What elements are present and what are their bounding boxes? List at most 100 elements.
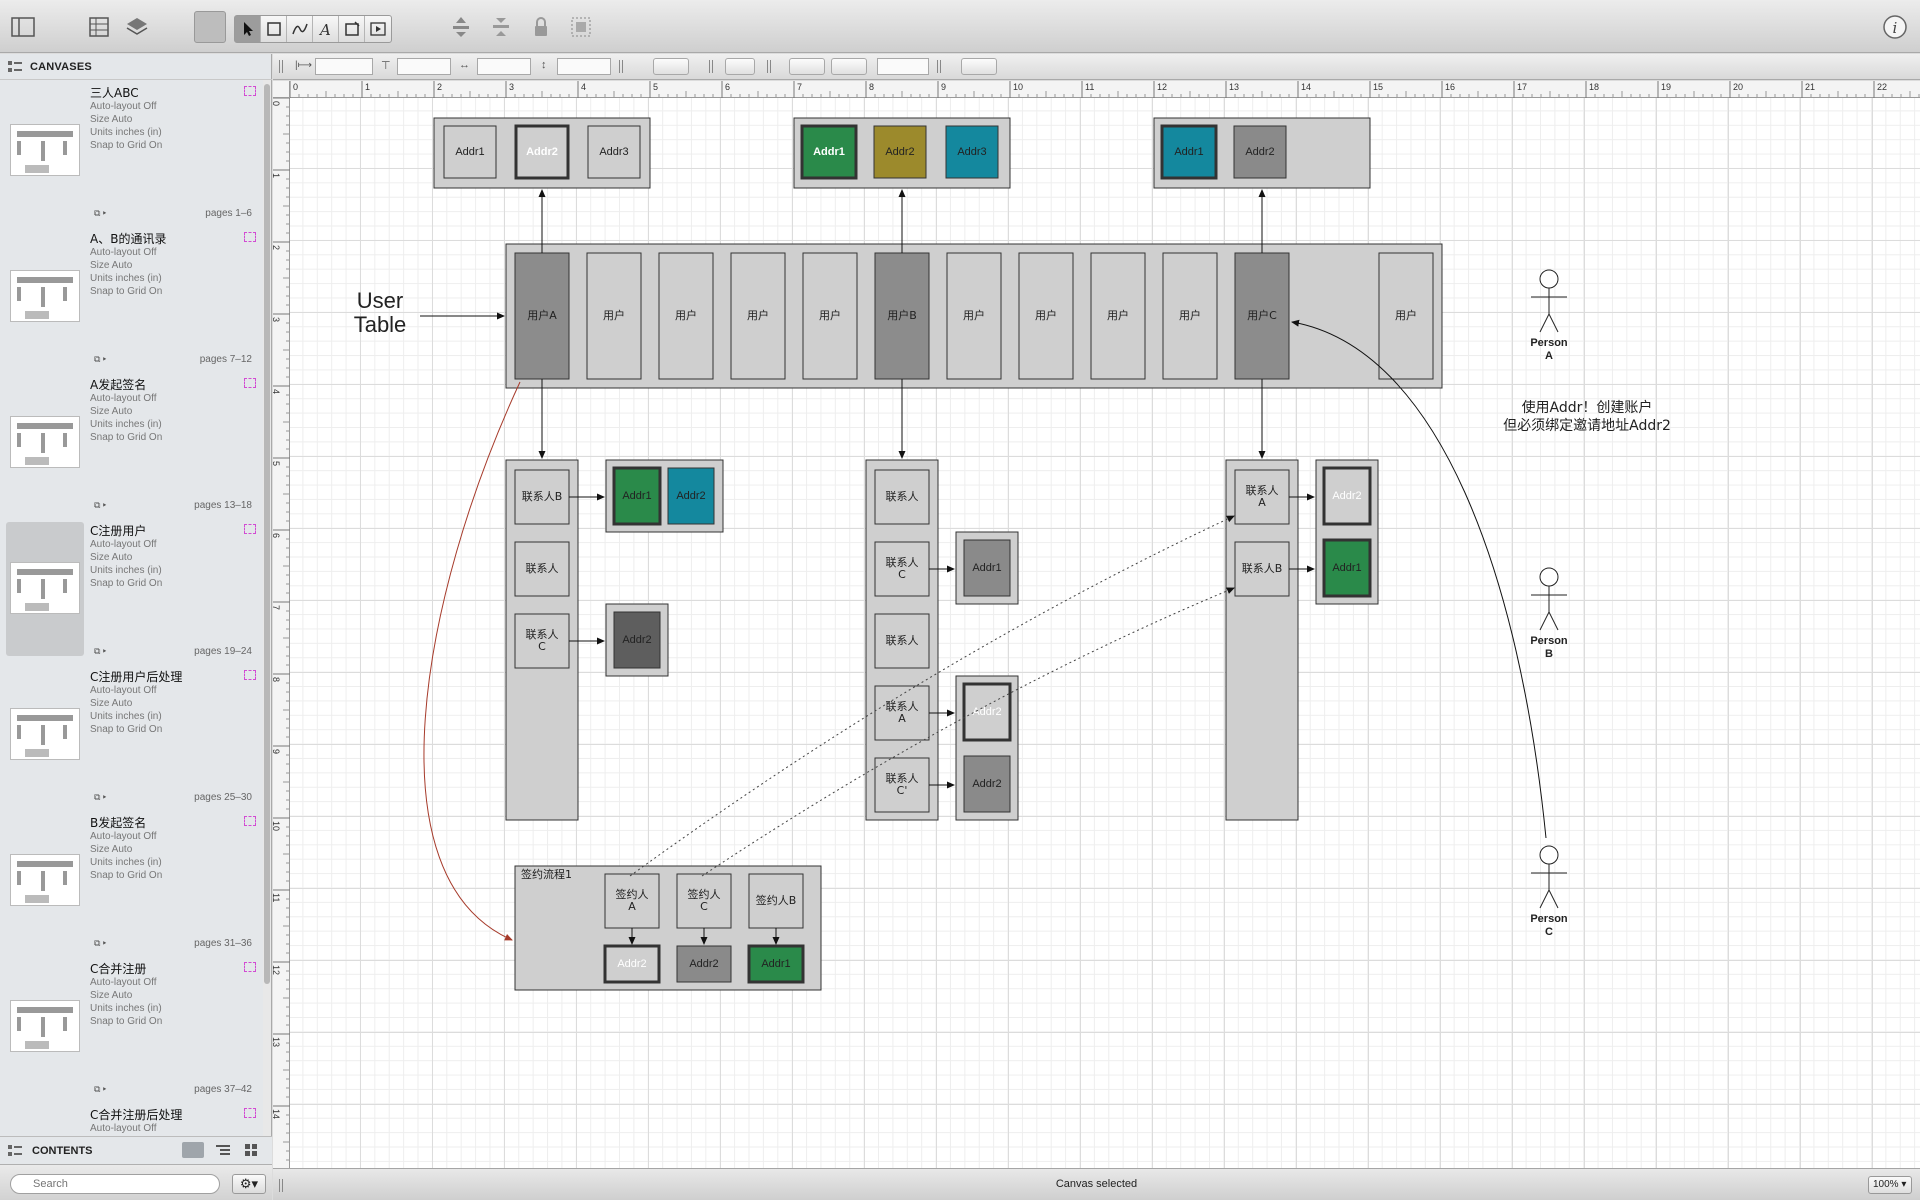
layers-stack-icon[interactable]: ⧉ ▸ <box>94 938 106 949</box>
contact-label: 签约人B <box>756 893 797 907</box>
canvases-label: CANVASES <box>30 60 92 73</box>
contact-label: 签约人 <box>616 887 649 901</box>
height-field[interactable] <box>557 58 611 75</box>
group-icon[interactable] <box>566 12 596 42</box>
canvas-item[interactable]: A、B的通讯录 Auto-layout Off Size Auto Units inc… <box>0 226 264 372</box>
person-leg[interactable] <box>1539 313 1550 333</box>
info-icon[interactable]: i <box>1880 12 1910 42</box>
canvas-grid-icon[interactable] <box>84 12 114 42</box>
canvas-title[interactable]: C合并注册后处理 <box>90 1106 182 1123</box>
contact-label: C <box>898 568 906 581</box>
canvas-thumbnail-frame[interactable] <box>6 814 84 948</box>
scroll-knob[interactable] <box>264 84 270 984</box>
canvas-thumbnail[interactable] <box>10 1000 80 1052</box>
line-style-button[interactable] <box>831 58 867 75</box>
canvas-thumbnail-frame[interactable] <box>6 1106 84 1136</box>
ruler-label: 15 <box>1373 82 1383 92</box>
send-back-icon[interactable] <box>486 12 516 42</box>
x-field[interactable] <box>315 58 373 75</box>
list-view-icon[interactable] <box>182 1142 204 1158</box>
canvas-pages: pages 37–42 <box>194 1084 252 1095</box>
search-input[interactable] <box>10 1174 220 1194</box>
drawing-canvas[interactable]: Addr1 Addr2 Addr3 Addr1 Addr2 Addr3 Addr1 Addr2… <box>290 98 1920 1168</box>
canvas-autolayout: Auto-layout Off <box>90 831 157 842</box>
magnet-tool-icon[interactable] <box>339 16 365 42</box>
canvas-item[interactable]: C合并注册 Auto-layout Off Size Auto Units inche… <box>0 956 264 1102</box>
canvas-thumbnail-frame[interactable] <box>6 230 84 364</box>
ruler-label: 8 <box>869 82 874 92</box>
canvas-thumbnail-frame[interactable] <box>6 668 84 802</box>
sidebar-scrollbar[interactable] <box>263 80 271 1136</box>
shape-tool-icon[interactable] <box>261 16 287 42</box>
layers-icon[interactable] <box>122 12 152 42</box>
canvas-title[interactable]: B发起签名 <box>90 814 146 831</box>
width-icon: ↔ <box>459 59 470 71</box>
person-leg[interactable] <box>1548 611 1559 631</box>
ruler-label: 16 <box>1445 82 1455 92</box>
sidebar-toggle-icon[interactable] <box>8 12 38 42</box>
y-field[interactable] <box>397 58 451 75</box>
horizontal-ruler: 0 1 2 3 4 5 6 7 8 9 10 11 12 13 14 15 16 17 18 19 20 21 22 <box>289 81 1920 98</box>
canvas-thumbnail-frame[interactable] <box>6 84 84 218</box>
person-head[interactable] <box>1539 567 1559 587</box>
zoom-select[interactable]: 100% ▾ <box>1868 1176 1912 1194</box>
canvas-item[interactable]: 三人ABC Auto-layout Off Size Auto Units inche… <box>0 80 264 226</box>
text-style-button[interactable] <box>961 58 997 75</box>
canvas-title[interactable]: C注册用户后处理 <box>90 668 182 685</box>
addr-label: Addr2 <box>972 778 1001 790</box>
person-leg[interactable] <box>1548 889 1559 909</box>
outline-view-icon[interactable] <box>212 1142 234 1158</box>
canvas-thumbnail-frame[interactable] <box>6 522 84 656</box>
canvas-item[interactable]: A发起签名 Auto-layout Off Size Auto Units inche… <box>0 372 264 518</box>
bring-front-icon[interactable] <box>446 12 476 42</box>
text-tool-icon[interactable]: A <box>313 16 339 42</box>
person-leg[interactable] <box>1548 313 1559 333</box>
canvas-item[interactable]: C合并注册后处理Auto-layout Off⧉ ▸ <box>0 1102 264 1136</box>
width-field[interactable] <box>477 58 531 75</box>
canvas-snap: Snap to Grid On <box>90 432 163 443</box>
style-well-icon[interactable] <box>194 11 226 43</box>
grid-view-icon[interactable] <box>242 1142 264 1158</box>
ruler-label: 22 <box>1877 82 1887 92</box>
user-label: 用户 <box>963 308 985 322</box>
person-leg[interactable] <box>1539 889 1550 909</box>
canvas-thumbnail[interactable] <box>10 708 80 760</box>
canvas-thumbnail-frame[interactable] <box>6 376 84 510</box>
person-head[interactable] <box>1539 845 1559 865</box>
canvas-title[interactable]: C注册用户 <box>90 522 146 539</box>
canvas-title[interactable]: C合并注册 <box>90 960 146 977</box>
layers-stack-icon[interactable]: ⧉ ▸ <box>94 646 106 657</box>
person-leg[interactable] <box>1539 611 1550 631</box>
canvas-thumbnail[interactable] <box>10 416 80 468</box>
canvas-thumbnail[interactable] <box>10 854 80 906</box>
person-head[interactable] <box>1539 269 1559 289</box>
canvas-item[interactable]: C注册用户 Auto-layout Off Size Auto Units inche… <box>0 518 264 664</box>
canvas-item[interactable]: C注册用户后处理 Auto-layout Off Size Auto Units in… <box>0 664 264 810</box>
canvas-title[interactable]: 三人ABC <box>90 84 139 101</box>
canvas-snap: Snap to Grid On <box>90 286 163 297</box>
diagram[interactable]: Addr1 Addr2 Addr3 Addr1 Addr2 Addr3 Addr1 Addr2… <box>290 98 1920 1168</box>
layers-stack-icon[interactable]: ⧉ ▸ <box>94 354 106 365</box>
addr-label: Addr2 <box>526 146 558 158</box>
fill-style-button[interactable] <box>653 58 689 75</box>
lock-icon[interactable] <box>526 12 556 42</box>
layers-stack-icon[interactable]: ⧉ ▸ <box>94 1084 106 1095</box>
layers-stack-icon[interactable]: ⧉ ▸ <box>94 792 106 803</box>
canvas-item[interactable]: B发起签名 Auto-layout Off Size Auto Units inche… <box>0 810 264 956</box>
canvas-title[interactable]: A发起签名 <box>90 376 146 393</box>
canvas-title[interactable]: A、B的通讯录 <box>90 230 166 247</box>
stroke-width-field[interactable] <box>877 58 929 75</box>
note-text: 但必须绑定邀请地址Addr2 <box>1503 418 1671 434</box>
layers-stack-icon[interactable]: ⧉ ▸ <box>94 208 106 219</box>
line-tool-icon[interactable] <box>287 16 313 42</box>
shadow-button[interactable] <box>725 58 755 75</box>
stroke-style-button[interactable] <box>789 58 825 75</box>
gear-icon[interactable]: ⚙▾ <box>232 1174 266 1194</box>
layers-stack-icon[interactable]: ⧉ ▸ <box>94 500 106 511</box>
canvas-thumbnail[interactable] <box>10 270 80 322</box>
select-tool-icon[interactable] <box>235 16 261 42</box>
presentation-icon[interactable] <box>365 16 391 42</box>
canvas-thumbnail[interactable] <box>10 124 80 176</box>
canvas-thumbnail-frame[interactable] <box>6 960 84 1094</box>
canvas-thumbnail[interactable] <box>10 562 80 614</box>
